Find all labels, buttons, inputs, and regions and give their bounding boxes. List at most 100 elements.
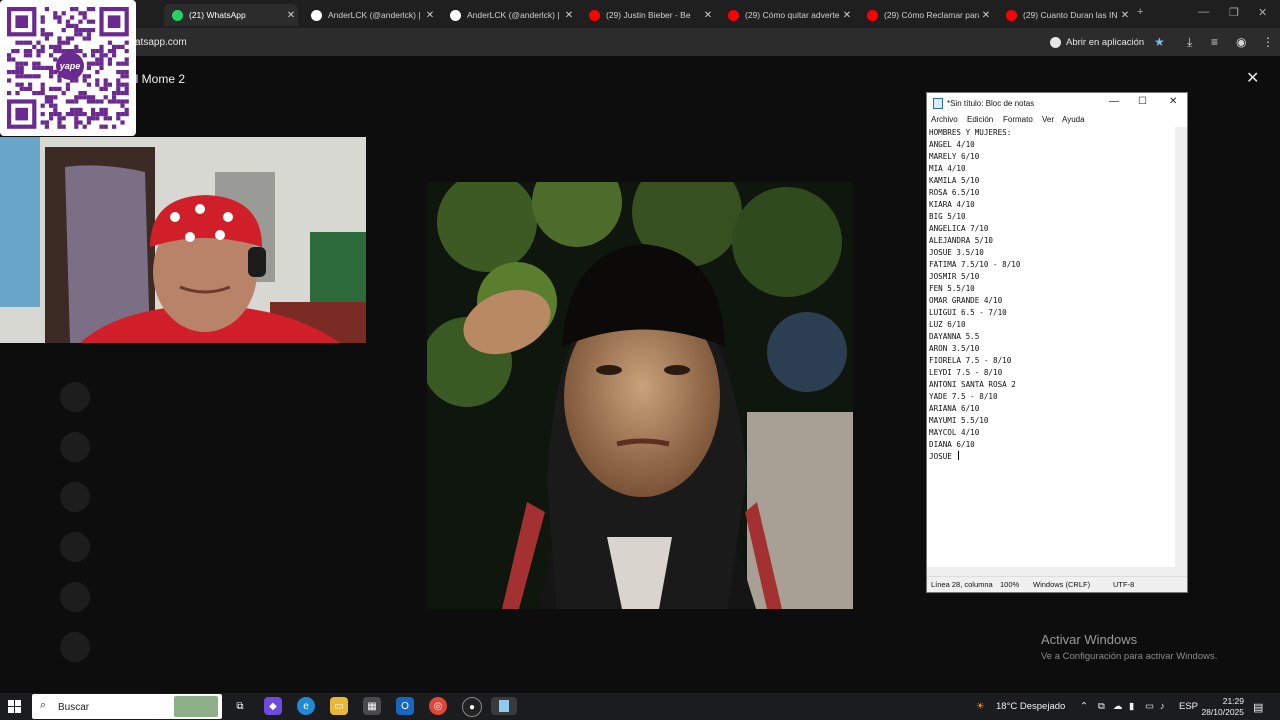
notepad-text-area[interactable]: HOMBRES Y MUJERES: ANGEL 4/10 MARELY 6/10 M… (929, 127, 1173, 567)
close-tab-icon[interactable]: ✕ (562, 10, 576, 21)
file-explorer-icon[interactable]: ▭ (330, 697, 348, 715)
tab-1[interactable]: (21) WhatsApp ✕ (164, 4, 298, 26)
notepad-icon (933, 98, 943, 109)
notepad-line-text: MIA 4/10 (929, 164, 966, 173)
notepad-line-text: FATIMA 7.5/10 - 8/10 (929, 260, 1021, 269)
yape-logo: yape (56, 52, 84, 80)
avatar (60, 632, 90, 662)
status-cursor-position: Línea 28, columna (931, 580, 993, 589)
maximize-window-button[interactable]: ❐ (1229, 6, 1239, 19)
notepad-line-text: FEN 5.5/10 (929, 284, 975, 293)
notepad-line: KIARA 4/10 (929, 199, 1173, 211)
notepad-minimize-button[interactable]: — (1109, 96, 1119, 107)
avatar (60, 482, 90, 512)
battery-icon[interactable]: ▭ (1145, 701, 1154, 712)
menu-ver[interactable]: Ver (1042, 115, 1054, 124)
tray-app-icon[interactable]: ⧉ (1098, 701, 1105, 712)
bookmark-star-icon[interactable]: ★ (1154, 35, 1165, 49)
close-tab-icon[interactable]: ✕ (423, 10, 437, 21)
notepad-line: MARELY 6/10 (929, 151, 1173, 163)
notepad-title: *Sin título: Bloc de notas (947, 99, 1035, 108)
tab-4[interactable]: (29) Justin Bieber - Be ✕ (581, 4, 715, 26)
watermark-subtext: Ve a Configuración para activar Windows. (1041, 651, 1218, 662)
notepad-window[interactable]: *Sin título: Bloc de notas — ☐ ✕ Archivo… (926, 92, 1188, 593)
notepad-line-text: ROSA 6.5/10 (929, 188, 980, 197)
close-window-button[interactable]: ✕ (1258, 6, 1267, 19)
tray-overflow-chevron-icon[interactable]: ⌃ (1080, 701, 1088, 712)
minimize-window-button[interactable]: — (1198, 6, 1209, 18)
close-tab-icon[interactable]: ✕ (979, 10, 993, 21)
notepad-line: MAYCOL 4/10 (929, 427, 1173, 439)
tab-7[interactable]: (29) Cuanto Duran las IN ✕ (998, 4, 1132, 26)
network-icon[interactable]: ☁ (1113, 701, 1123, 712)
notepad-line: HOMBRES Y MUJERES: (929, 127, 1173, 139)
activate-windows-watermark: Activar Windows Ve a Configuración para … (1041, 632, 1217, 662)
notepad-line-text: JOSUE 3.5/10 (929, 248, 984, 257)
address-bar[interactable]: atsapp.com Abrir en aplicación ★ ⤓ ≡ ◉ ⋮ (0, 28, 1280, 56)
volume-icon[interactable]: ♪ (1160, 701, 1165, 712)
tab-3[interactable]: AnderLCK (@anderlck) | T ✕ (442, 4, 576, 26)
close-tab-icon[interactable]: ✕ (1118, 10, 1132, 21)
notepad-titlebar[interactable]: *Sin título: Bloc de notas — ☐ ✕ (927, 93, 1187, 113)
download-icon[interactable]: ⤓ (1187, 35, 1192, 50)
taskbar-clock[interactable]: 21:29 28/10/2025 (1196, 696, 1244, 718)
notepad-line-text: LUZ 6/10 (929, 320, 966, 329)
notepad-maximize-button[interactable]: ☐ (1138, 96, 1147, 107)
close-viewer-button[interactable]: ✕ (1246, 68, 1259, 88)
microphone-icon[interactable]: ▮ (1129, 701, 1134, 712)
menu-ayuda[interactable]: Ayuda (1062, 115, 1085, 124)
menu-edicion[interactable]: Edición (967, 115, 993, 124)
youtube-icon (867, 9, 878, 21)
close-tab-icon[interactable]: ✕ (701, 10, 715, 21)
watermark-heading: Activar Windows (1041, 632, 1138, 647)
profile-avatar-icon[interactable]: ◉ (1236, 35, 1246, 49)
edge-icon[interactable]: e (297, 697, 315, 715)
close-tab-icon[interactable]: ✕ (840, 10, 854, 21)
notepad-line: OMAR GRANDE 4/10 (929, 295, 1173, 307)
tab-2[interactable]: AnderLCK (@anderlck) | T ✕ (303, 4, 437, 26)
close-tab-icon[interactable]: ✕ (284, 10, 298, 21)
notepad-taskbar-icon[interactable] (491, 697, 517, 715)
open-in-app-button[interactable]: Abrir en aplicación (1046, 33, 1152, 51)
tab-6[interactable]: (29) Cómo Reclamar para ✕ (859, 4, 993, 26)
notepad-line: FIORELA 7.5 - 8/10 (929, 355, 1173, 367)
url-text[interactable]: atsapp.com (135, 37, 187, 48)
avatar (60, 532, 90, 562)
tab-5[interactable]: (29) Cómo quitar adverte ✕ (720, 4, 854, 26)
notepad-line: DIANA 6/10 (929, 439, 1173, 451)
notification-icon[interactable]: ▤ (1253, 701, 1263, 714)
notepad-line-text: OMAR GRANDE 4/10 (929, 296, 1003, 305)
new-tab-button[interactable]: + (1137, 6, 1143, 18)
obs-icon[interactable]: ● (462, 697, 482, 717)
status-line-ending: Windows (CRLF) (1033, 580, 1091, 589)
notepad-line-text: BIG 5/10 (929, 212, 966, 221)
outlook-icon[interactable]: O (396, 697, 414, 715)
notepad-close-button[interactable]: ✕ (1169, 96, 1177, 107)
windows-taskbar: ⌕ Buscar ⧉ ◆ e ▭ ▦ O ◎ ● ☀ 18°C Despejad… (0, 693, 1280, 720)
whatsapp-icon (172, 9, 183, 21)
notepad-line: JOSUE 3.5/10 (929, 247, 1173, 259)
notepad-line-text: LEYDI 7.5 - 8/10 (929, 368, 1003, 377)
store-icon[interactable]: ▦ (363, 697, 381, 715)
youtube-icon (1006, 9, 1017, 21)
notepad-line: BIG 5/10 (929, 211, 1173, 223)
text-caret (958, 451, 960, 460)
notepad-line-text: ANTONI SANTA ROSA 2 (929, 380, 1016, 389)
menu-formato[interactable]: Formato (1003, 115, 1033, 124)
notepad-line-text: KIARA 4/10 (929, 200, 975, 209)
avatar (60, 582, 90, 612)
browser-tab-strip: (21) WhatsApp ✕ AnderLCK (@anderlck) | T ✕ A… (0, 0, 1280, 28)
notepad-line-text: MAYUMI 5.5/10 (929, 416, 989, 425)
notepad-vertical-scrollbar[interactable] (1175, 127, 1187, 567)
weather-text[interactable]: 18°C Despejado (996, 701, 1065, 712)
notepad-line: JOSMIR 5/10 (929, 271, 1173, 283)
media-control-icon[interactable]: ≡ (1211, 35, 1218, 49)
start-windows-icon[interactable] (8, 700, 21, 713)
chrome-icon[interactable]: ◎ (429, 697, 447, 715)
menu-kebab-icon[interactable]: ⋮ (1262, 35, 1274, 49)
tab-title: (21) WhatsApp (189, 10, 246, 20)
task-view-icon[interactable]: ⧉ (231, 697, 249, 715)
menu-archivo[interactable]: Archivo (931, 115, 958, 124)
copilot-icon[interactable]: ◆ (264, 697, 282, 715)
taskbar-search-box[interactable]: ⌕ Buscar (32, 694, 222, 719)
